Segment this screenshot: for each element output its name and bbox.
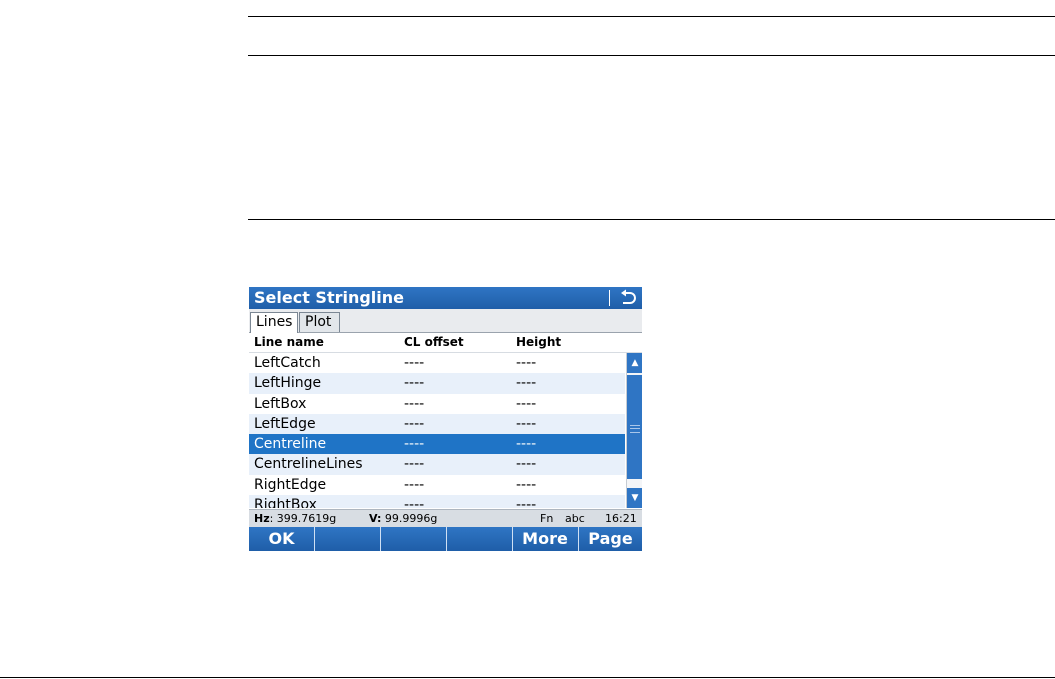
title-bar: Select Stringline	[249, 287, 642, 309]
column-header-line-name: Line name	[254, 335, 324, 349]
tab-strip: Lines Plot	[249, 309, 642, 333]
line-name-cell: RightBox	[254, 497, 317, 508]
cl-offset-cell: ----	[404, 497, 425, 508]
cl-offset-cell: ----	[404, 375, 425, 392]
cl-offset-cell: ----	[404, 436, 425, 453]
column-header-cl-offset: CL offset	[404, 335, 464, 349]
column-header-height: Height	[516, 335, 562, 349]
cl-offset-cell: ----	[404, 415, 425, 432]
back-arrow-icon[interactable]	[616, 288, 638, 308]
more-button[interactable]: More	[512, 527, 577, 551]
softkey-3[interactable]	[380, 527, 445, 551]
height-cell: ----	[516, 355, 537, 371]
height-cell: ----	[516, 497, 537, 508]
softkey-2[interactable]	[314, 527, 379, 551]
height-cell: ----	[516, 375, 537, 392]
page-footer-rule	[0, 677, 1055, 678]
horizontal-rule	[248, 219, 1055, 220]
scroll-down-icon[interactable]: ▼	[627, 488, 642, 508]
list-item[interactable]: Centreline ---- ----	[249, 434, 625, 455]
cl-offset-cell: ----	[404, 395, 425, 412]
clock: 16:21	[605, 512, 637, 525]
scroll-grip-icon	[630, 425, 640, 433]
height-cell: ----	[516, 415, 537, 432]
ok-button[interactable]: OK	[249, 527, 314, 551]
list-item[interactable]: RightEdge ---- ----	[249, 475, 625, 495]
title-separator	[609, 290, 610, 306]
list-item[interactable]: CentrelineLines ---- ----	[249, 454, 625, 475]
tab-plot[interactable]: Plot	[299, 312, 340, 332]
scroll-thumb[interactable]	[627, 375, 642, 479]
v-readout: V: 99.9996g	[369, 512, 438, 525]
table-header: Line name CL offset Height	[249, 333, 642, 353]
list-item[interactable]: LeftBox ---- ----	[249, 394, 625, 414]
height-cell: ----	[516, 476, 537, 493]
softkey-4[interactable]	[446, 527, 511, 551]
line-name-cell: LeftBox	[254, 395, 307, 412]
line-name-cell: LeftEdge	[254, 415, 316, 432]
cl-offset-cell: ----	[404, 476, 425, 493]
tab-lines[interactable]: Lines	[250, 312, 298, 333]
hz-readout: Hz: 399.7619g	[254, 512, 337, 525]
list-item[interactable]: LeftCatch ---- ----	[249, 353, 625, 373]
fn-indicator: Fn	[540, 512, 554, 525]
line-name-cell: LeftHinge	[254, 375, 322, 392]
status-bar: Hz: 399.7619g V: 99.9996g Fn abc 16:21	[249, 509, 642, 527]
scroll-up-icon[interactable]: ▲	[627, 353, 642, 373]
height-cell: ----	[516, 436, 537, 453]
height-cell: ----	[516, 456, 537, 473]
height-cell: ----	[516, 395, 537, 412]
input-mode-indicator: abc	[565, 512, 585, 525]
horizontal-rule	[248, 16, 1055, 17]
cl-offset-cell: ----	[404, 355, 425, 371]
horizontal-rule	[248, 55, 1055, 56]
stringline-list: LeftCatch ---- ---- LeftHinge ---- ---- LeftBo…	[249, 353, 625, 508]
page-title: Select Stringline	[254, 288, 405, 307]
line-name-cell: LeftCatch	[254, 355, 321, 371]
line-name-cell: Centreline	[254, 436, 327, 453]
page-button[interactable]: Page	[578, 527, 642, 551]
line-name-cell: CentrelineLines	[254, 456, 363, 473]
cl-offset-cell: ----	[404, 456, 425, 473]
line-name-cell: RightEdge	[254, 476, 327, 493]
list-item[interactable]: LeftEdge ---- ----	[249, 413, 625, 435]
list-item[interactable]: RightBox ---- ----	[249, 495, 625, 508]
scrollbar[interactable]: ▲ ▼	[626, 353, 642, 508]
softkey-bar: OK More Page	[249, 527, 642, 551]
device-screen: Select Stringline Lines Plot Line name C…	[249, 287, 642, 551]
list-item[interactable]: LeftHinge ---- ----	[249, 373, 625, 394]
